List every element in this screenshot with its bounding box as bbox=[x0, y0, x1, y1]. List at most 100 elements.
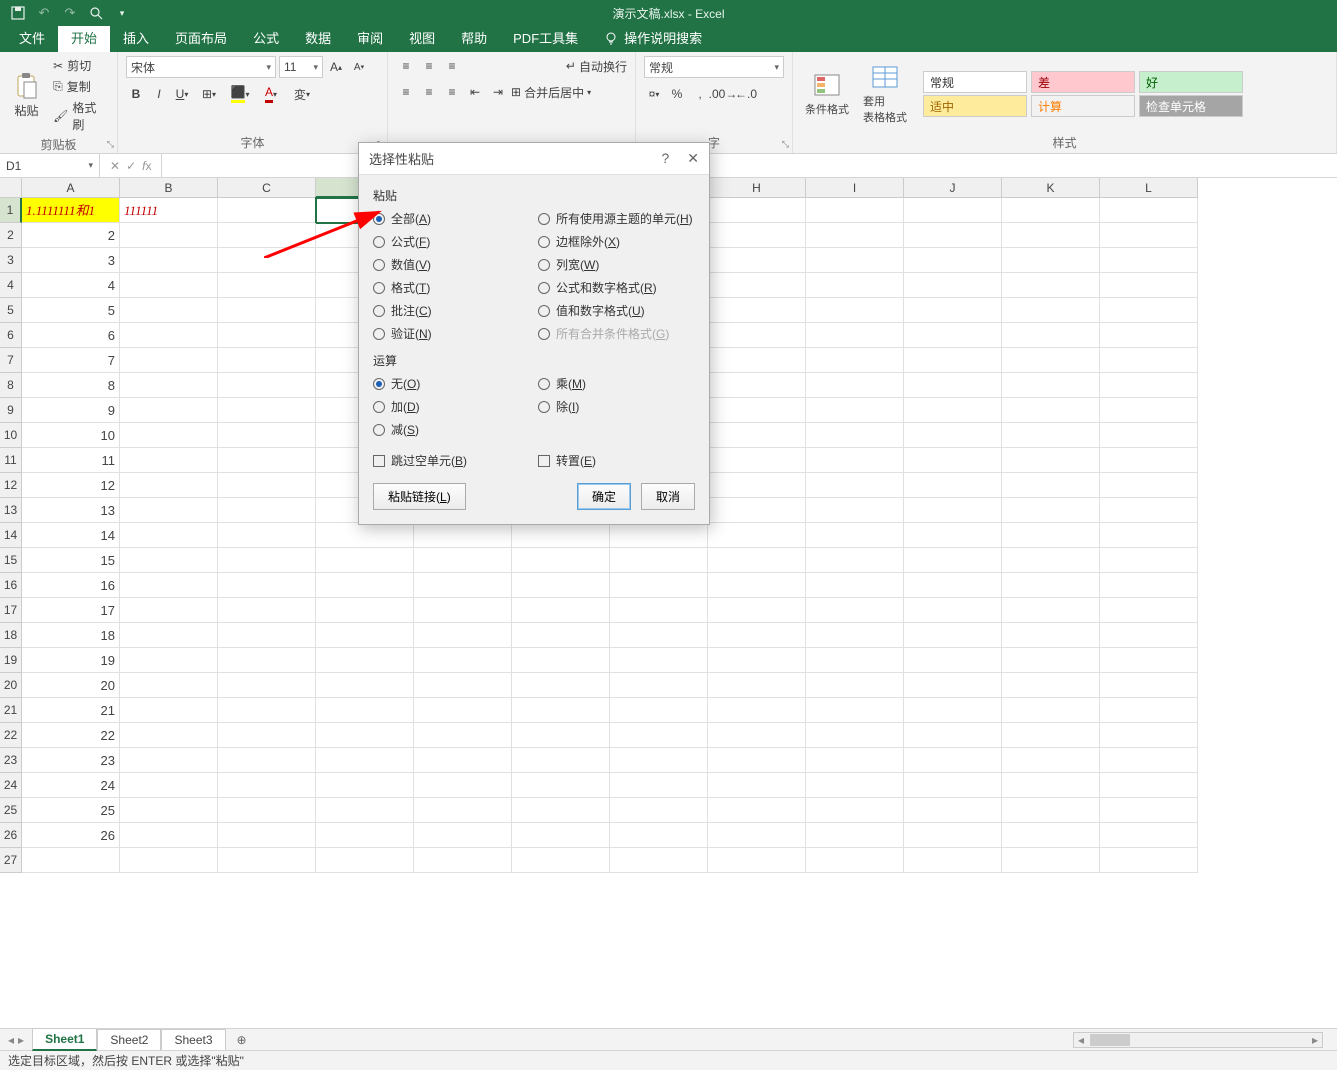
tab-insert[interactable]: 插入 bbox=[110, 23, 162, 52]
cell-C11[interactable] bbox=[218, 448, 316, 473]
cell-K22[interactable] bbox=[1002, 723, 1100, 748]
cell-J17[interactable] bbox=[904, 598, 1002, 623]
cell-I2[interactable] bbox=[806, 223, 904, 248]
cell-A8[interactable]: 8 bbox=[22, 373, 120, 398]
cell-I3[interactable] bbox=[806, 248, 904, 273]
cell-I20[interactable] bbox=[806, 673, 904, 698]
radio-h[interactable]: 所有使用源主题的单元(H) bbox=[538, 210, 695, 227]
cell-I17[interactable] bbox=[806, 598, 904, 623]
cell-L19[interactable] bbox=[1100, 648, 1198, 673]
cell-L26[interactable] bbox=[1100, 823, 1198, 848]
increase-font-icon[interactable]: A▴ bbox=[326, 57, 346, 77]
cell-J23[interactable] bbox=[904, 748, 1002, 773]
cell-L6[interactable] bbox=[1100, 323, 1198, 348]
cell-C23[interactable] bbox=[218, 748, 316, 773]
cell-K2[interactable] bbox=[1002, 223, 1100, 248]
cell-F15[interactable] bbox=[512, 548, 610, 573]
cell-A23[interactable]: 23 bbox=[22, 748, 120, 773]
radio-i[interactable]: 除(I) bbox=[538, 398, 695, 415]
cell-E26[interactable] bbox=[414, 823, 512, 848]
cell-A26[interactable]: 26 bbox=[22, 823, 120, 848]
cell-K17[interactable] bbox=[1002, 598, 1100, 623]
radio-s[interactable]: 减(S) bbox=[373, 421, 530, 438]
style-calculation[interactable]: 计算 bbox=[1031, 95, 1135, 117]
cell-F24[interactable] bbox=[512, 773, 610, 798]
cell-G22[interactable] bbox=[610, 723, 708, 748]
cell-D14[interactable] bbox=[316, 523, 414, 548]
cell-K4[interactable] bbox=[1002, 273, 1100, 298]
cell-G25[interactable] bbox=[610, 798, 708, 823]
radio-a[interactable]: 全部(A) bbox=[373, 210, 530, 227]
cell-C22[interactable] bbox=[218, 723, 316, 748]
cell-K24[interactable] bbox=[1002, 773, 1100, 798]
cell-C5[interactable] bbox=[218, 298, 316, 323]
radio-r[interactable]: 公式和数字格式(R) bbox=[538, 279, 695, 296]
cell-E17[interactable] bbox=[414, 598, 512, 623]
cell-C21[interactable] bbox=[218, 698, 316, 723]
bold-button[interactable]: B bbox=[126, 84, 146, 104]
cell-H1[interactable] bbox=[708, 198, 806, 223]
cell-C18[interactable] bbox=[218, 623, 316, 648]
cell-I9[interactable] bbox=[806, 398, 904, 423]
row-header-9[interactable]: 9 bbox=[0, 398, 22, 423]
cell-B27[interactable] bbox=[120, 848, 218, 873]
cell-H25[interactable] bbox=[708, 798, 806, 823]
cell-I22[interactable] bbox=[806, 723, 904, 748]
cell-I13[interactable] bbox=[806, 498, 904, 523]
cell-A24[interactable]: 24 bbox=[22, 773, 120, 798]
cell-I25[interactable] bbox=[806, 798, 904, 823]
column-header-J[interactable]: J bbox=[904, 178, 1002, 198]
italic-button[interactable]: I bbox=[149, 84, 169, 104]
cell-H15[interactable] bbox=[708, 548, 806, 573]
cell-H11[interactable] bbox=[708, 448, 806, 473]
cell-K25[interactable] bbox=[1002, 798, 1100, 823]
cell-H2[interactable] bbox=[708, 223, 806, 248]
cell-L24[interactable] bbox=[1100, 773, 1198, 798]
cell-A15[interactable]: 15 bbox=[22, 548, 120, 573]
cell-D27[interactable] bbox=[316, 848, 414, 873]
select-all-corner[interactable] bbox=[0, 178, 22, 198]
row-header-14[interactable]: 14 bbox=[0, 523, 22, 548]
cell-H8[interactable] bbox=[708, 373, 806, 398]
cell-B17[interactable] bbox=[120, 598, 218, 623]
row-header-3[interactable]: 3 bbox=[0, 248, 22, 273]
row-header-4[interactable]: 4 bbox=[0, 273, 22, 298]
cell-B7[interactable] bbox=[120, 348, 218, 373]
cell-L11[interactable] bbox=[1100, 448, 1198, 473]
radio-m[interactable]: 乘(M) bbox=[538, 375, 695, 392]
cell-K23[interactable] bbox=[1002, 748, 1100, 773]
cell-C17[interactable] bbox=[218, 598, 316, 623]
cell-I19[interactable] bbox=[806, 648, 904, 673]
undo-icon[interactable]: ↶ bbox=[36, 5, 52, 21]
cell-B25[interactable] bbox=[120, 798, 218, 823]
cell-L3[interactable] bbox=[1100, 248, 1198, 273]
decrease-decimal-icon[interactable]: ←.0 bbox=[736, 84, 756, 104]
tab-data[interactable]: 数据 bbox=[292, 23, 344, 52]
cancel-formula-icon[interactable]: ✕ bbox=[110, 159, 120, 173]
scroll-right-icon[interactable]: ▸ bbox=[1308, 1033, 1322, 1047]
cell-B19[interactable] bbox=[120, 648, 218, 673]
increase-decimal-icon[interactable]: .00→ bbox=[713, 84, 733, 104]
cell-F25[interactable] bbox=[512, 798, 610, 823]
cell-H9[interactable] bbox=[708, 398, 806, 423]
cell-A27[interactable] bbox=[22, 848, 120, 873]
tab-file[interactable]: 文件 bbox=[6, 23, 58, 52]
percent-format-icon[interactable]: % bbox=[667, 84, 687, 104]
column-header-B[interactable]: B bbox=[120, 178, 218, 198]
indent-increase-icon[interactable]: ⇥ bbox=[488, 82, 508, 102]
cell-I11[interactable] bbox=[806, 448, 904, 473]
column-header-L[interactable]: L bbox=[1100, 178, 1198, 198]
cell-L15[interactable] bbox=[1100, 548, 1198, 573]
row-header-1[interactable]: 1 bbox=[0, 198, 22, 223]
cancel-button[interactable]: 取消 bbox=[641, 483, 695, 510]
tab-formulas[interactable]: 公式 bbox=[240, 23, 292, 52]
cell-A9[interactable]: 9 bbox=[22, 398, 120, 423]
sheet-tab-3[interactable]: Sheet3 bbox=[161, 1029, 225, 1050]
cell-C3[interactable] bbox=[218, 248, 316, 273]
radio-u[interactable]: 值和数字格式(U) bbox=[538, 302, 695, 319]
transpose-checkbox[interactable]: 转置(E) bbox=[538, 452, 695, 469]
cell-H24[interactable] bbox=[708, 773, 806, 798]
radio-c[interactable]: 批注(C) bbox=[373, 302, 530, 319]
cell-F22[interactable] bbox=[512, 723, 610, 748]
cell-B9[interactable] bbox=[120, 398, 218, 423]
